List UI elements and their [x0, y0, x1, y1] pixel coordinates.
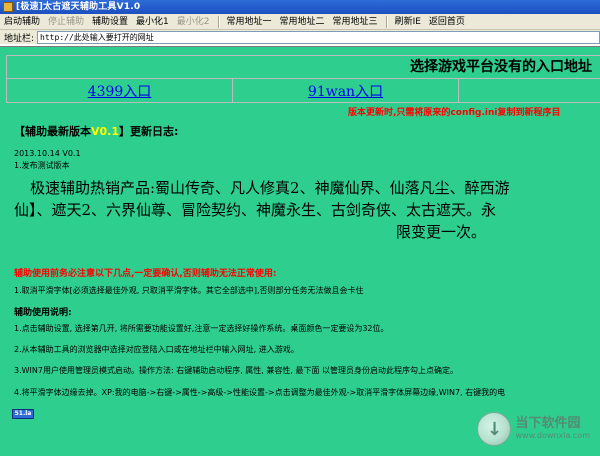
common-address-2-button[interactable]: 常用地址二 [276, 14, 329, 30]
watermark-logo-icon: ↓ [477, 412, 512, 446]
version-label: V0.1 [91, 125, 119, 138]
minimize-2-button[interactable]: 最小化2 [173, 14, 214, 30]
usage-step: 1.点击辅助设置, 选择第几开, 将所需要功能设置好,注意一定选择好操作系统。桌… [14, 324, 389, 333]
refresh-ie-button[interactable]: 刷新IE [391, 14, 425, 30]
usage-step: 4.将平滑字体边缘去掉。XP:我的电脑->右键->属性->高级->性能设置->点… [14, 388, 506, 397]
assist-settings-button[interactable]: 辅助设置 [88, 14, 132, 30]
address-input[interactable] [37, 30, 600, 44]
changelog-heading: 【辅助最新版本V0.1】更新日志: [14, 123, 178, 139]
browser-content: 选择游戏平台没有的入口地址 4399入口 91wan入口 版本更新时,只需将原来… [0, 46, 600, 456]
title-bar: [极速]太古遮天辅助工具V1.0 [0, 0, 600, 14]
usage-warning: 辅助使用前务必注意以下几点,一定要确认,否则辅助无法正常使用: [14, 269, 277, 279]
common-address-3-button[interactable]: 常用地址三 [329, 14, 382, 30]
changelog-heading-suffix: 】更新日志: [119, 125, 179, 138]
address-bar: 地址栏: [0, 30, 600, 44]
promo-line: 仙】、遮天2、六界仙尊、冒险契约、神魔永生、古剑奇侠、太古遮天。永 [14, 201, 497, 219]
watermark: ↓ 当下软件园 www.downxia.com [477, 412, 590, 446]
promo-text: 极速辅助热销产品:蜀山传奇、凡人修真2、神魔仙界、仙落凡尘、醉西游 仙】、遮天2… [14, 177, 600, 243]
promo-line: 限变更一次。 [396, 223, 487, 241]
toolbar: 启动辅助 停止辅助 辅助设置 最小化1 最小化2 常用地址一 常用地址二 常用地… [0, 14, 600, 30]
common-address-1-button[interactable]: 常用地址一 [223, 14, 276, 30]
stop-assist-button[interactable]: 停止辅助 [44, 14, 88, 30]
usage-step: 3.WIN7用户使用管理员模式启动。操作方法: 右键辅助启动程序, 属性, 兼容… [14, 366, 459, 375]
watermark-name: 当下软件园 [515, 416, 581, 431]
watermark-text: 当下软件园 www.downxia.com [515, 417, 590, 441]
watermark-url: www.downxia.com [515, 431, 590, 440]
window-title: [极速]太古遮天辅助工具V1.0 [16, 2, 141, 12]
entry-cell: 4399入口 [7, 79, 233, 102]
app-icon [3, 2, 13, 12]
note-smooth-font: 1.取消平滑字体[必须选择最佳外观, 只取消平滑字体。其它全部选中],否则部分任… [14, 286, 364, 295]
usage-step: 2.从本辅助工具的浏览器中选择对应登陆入口或在地址栏中输入网址, 进入游戏。 [14, 345, 299, 354]
usage-heading: 辅助使用说明: [14, 308, 72, 318]
entry-link-4399[interactable]: 4399入口 [88, 81, 152, 101]
home-button[interactable]: 返回首页 [425, 14, 469, 30]
entry-table: 4399入口 91wan入口 [6, 79, 600, 103]
promo-line: 极速辅助热销产品:蜀山传奇、凡人修真2、神魔仙界、仙落凡尘、醉西游 [30, 179, 510, 197]
address-label: 地址栏: [4, 33, 35, 44]
changelog-date: 2013.10.14 V0.1 [14, 149, 81, 158]
banner-title: 选择游戏平台没有的入口地址 [6, 55, 600, 79]
changelog-heading-prefix: 【辅助最新版本 [14, 125, 91, 138]
entry-cell [459, 79, 600, 102]
toolbar-separator [217, 15, 219, 28]
update-note: 版本更新时,只需将原来的config.ini复制到新程序目 [348, 108, 561, 118]
toolbar-separator [385, 15, 387, 28]
minimize-1-button[interactable]: 最小化1 [132, 14, 173, 30]
entry-link-91wan[interactable]: 91wan入口 [308, 81, 383, 101]
changelog-item: 1.发布测试版本 [14, 161, 70, 170]
start-assist-button[interactable]: 启动辅助 [0, 14, 44, 30]
stats-badge[interactable]: 51.la [12, 409, 34, 419]
entry-cell: 91wan入口 [233, 79, 459, 102]
